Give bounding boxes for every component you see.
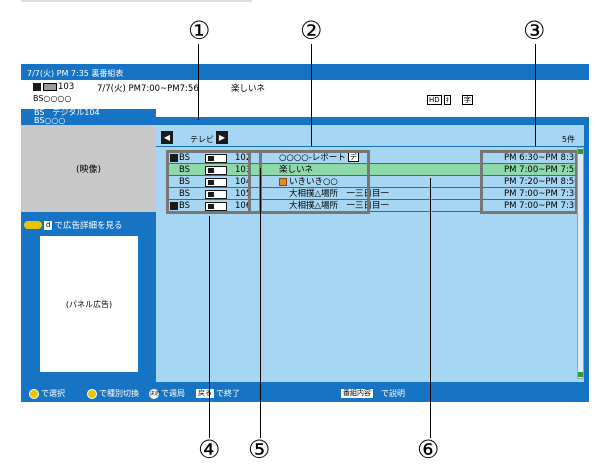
dpad-icon [29, 388, 39, 399]
bs-icon [33, 83, 41, 91]
dpad-lr-icon [87, 388, 97, 399]
hd-badge-group: HD ｷ 字 [425, 95, 473, 105]
leader-1 [198, 44, 199, 120]
callout-1: ① [188, 16, 211, 45]
green-key-icon [24, 221, 42, 229]
prev-category-icon[interactable]: ◀ [161, 131, 173, 144]
current-network2: BS○○○ [34, 116, 66, 125]
current-subinfo: BS デジタル104 BS○○○ [21, 109, 156, 126]
footer-end: 戻る で終了 [196, 388, 240, 399]
leader-3 [535, 44, 536, 146]
antenna-icon [43, 83, 57, 91]
hd-badge: HD [427, 95, 442, 105]
leader-2 [311, 44, 312, 146]
back-key-icon: 戻る [196, 389, 214, 398]
panel-ad[interactable]: (パネル広告) [40, 236, 138, 372]
footer-week-label: で週局 [161, 389, 185, 398]
footer-week: 決定 で週局 [149, 388, 185, 399]
subtitle-badge: 字 [461, 95, 473, 105]
current-program: 楽しいネ [231, 84, 266, 94]
footer-select-label: で選択 [41, 389, 65, 398]
leader-6 [430, 178, 431, 438]
info-key-icon: 番組内容 [341, 389, 373, 398]
ad-link-label: で広告詳細を見る [54, 221, 123, 231]
divider [156, 146, 584, 147]
footer-info-label: で説明 [381, 389, 405, 398]
enter-key-icon: 決定 [149, 388, 160, 399]
footer-help: で選択 で種別切換 決定 で週局 戻る で終了 番組内容 で説明 [21, 382, 589, 402]
leader-5 [260, 168, 261, 438]
category-nav: ◀ テレビ ▶ 5件 [156, 130, 584, 147]
caption-line [21, 0, 252, 2]
footer-info: 番組内容 で説明 [341, 388, 405, 399]
result-count: 5件 [561, 135, 575, 144]
current-time: 7/7(火) PM7:00~PM7:56 [97, 84, 199, 94]
time-column-highlight [480, 150, 578, 214]
audio-badge: ｷ [443, 95, 452, 105]
next-category-icon[interactable]: ▶ [216, 131, 228, 144]
scrollbar[interactable] [577, 147, 584, 379]
leader-4 [209, 216, 210, 438]
title-column-highlight [248, 150, 370, 214]
scroll-down-icon[interactable] [578, 372, 583, 377]
footer-switch: で種別切換 [87, 388, 139, 399]
callout-2: ② [300, 16, 323, 45]
current-channel: 103 [58, 82, 75, 92]
scroll-up-icon[interactable] [578, 149, 583, 154]
video-preview: (映像) [21, 125, 156, 212]
callout-4: ④ [198, 435, 221, 464]
callout-3: ③ [523, 16, 546, 45]
footer-switch-label: で種別切換 [99, 389, 139, 398]
ad-detail-link[interactable]: d で広告詳細を見る [24, 219, 122, 231]
current-network: BS○○○○ [33, 94, 72, 103]
callout-5: ⑤ [248, 435, 271, 464]
footer-end-label: で終了 [216, 389, 240, 398]
tv-screen: 7/7(火) PM 7:35 裏番組表 103 7/7(火) PM7:00~PM… [21, 64, 589, 402]
d-key-icon: d [44, 220, 53, 230]
category-label: テレビ [190, 135, 214, 144]
callout-6: ⑥ [417, 435, 440, 464]
screen-title: 7/7(火) PM 7:35 裏番組表 [27, 69, 124, 78]
footer-select: で選択 [29, 388, 65, 399]
